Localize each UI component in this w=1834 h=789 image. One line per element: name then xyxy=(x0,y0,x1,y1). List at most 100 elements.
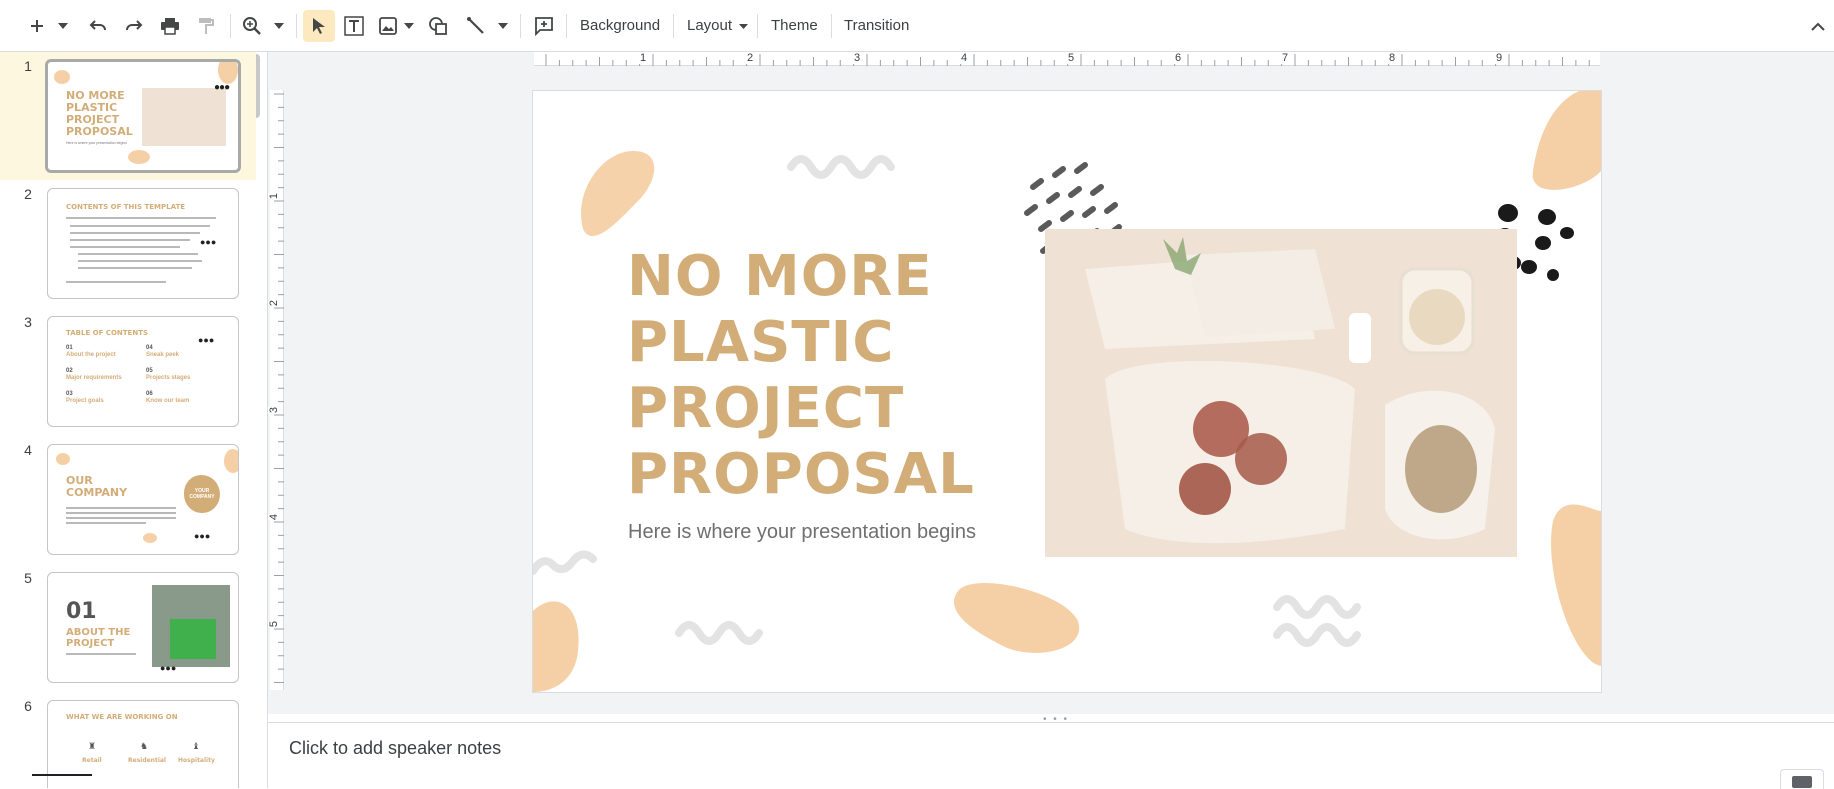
thumb-column-label: Hospitality xyxy=(178,757,215,764)
ruler-label: 5 xyxy=(268,620,281,628)
print-button[interactable] xyxy=(156,10,184,42)
apple xyxy=(1235,433,1287,485)
ruler-label: 3 xyxy=(852,52,863,64)
squiggle-shape xyxy=(1273,623,1361,647)
speaker-notes-placeholder[interactable]: Click to add speaker notes xyxy=(289,738,501,759)
expand-panel-icon xyxy=(1792,776,1812,788)
jar-contents xyxy=(1409,289,1465,345)
ruler-label: 8 xyxy=(1387,52,1398,64)
new-slide-dropdown[interactable] xyxy=(56,10,70,42)
notes-resize-handle[interactable]: • • • xyxy=(1043,714,1073,725)
slide-thumbnail-5[interactable]: 5 01 ABOUT THE PROJECT ●●● xyxy=(0,564,256,692)
slide-canvas[interactable]: NO MORE PLASTIC PROJECT PROPOSAL Here is… xyxy=(533,91,1601,692)
thumb-text-line xyxy=(78,253,198,255)
chevron-up-icon xyxy=(1811,22,1825,31)
blob-shape xyxy=(954,582,1080,653)
add-comment-icon xyxy=(535,17,553,36)
horizontal-ruler[interactable]: 1 2 3 4 5 6 7 8 9 xyxy=(534,52,1600,66)
thumb-text-line xyxy=(70,246,180,248)
select-tool-button[interactable] xyxy=(303,10,335,42)
layout-button[interactable]: Layout xyxy=(683,10,752,42)
blob-shape xyxy=(533,601,579,692)
slide-subtitle[interactable]: Here is where your presentation begins xyxy=(628,521,976,544)
shopping-bags-photo[interactable] xyxy=(1045,229,1517,557)
line-dropdown[interactable] xyxy=(496,10,510,42)
ruler-label: 6 xyxy=(1173,52,1184,64)
collapse-menus-button[interactable] xyxy=(1806,10,1830,42)
thumb-title: WHAT WE ARE WORKING ON xyxy=(66,713,178,721)
slide-filmstrip[interactable]: 1 NO MORE PLASTIC PROJECT PROPOSAL Here … xyxy=(0,52,268,788)
toc-item-number: 02 xyxy=(66,368,73,374)
thumbnail-preview: TABLE OF CONTENTS 01 About the project 0… xyxy=(47,316,239,427)
zoom-icon xyxy=(243,17,261,35)
thumb-text-line xyxy=(70,232,200,234)
vertical-ruler[interactable]: 1 2 3 4 5 xyxy=(268,90,284,690)
ruler-label: 1 xyxy=(268,192,281,200)
ruler-label: 9 xyxy=(1494,52,1505,64)
zoom-dropdown[interactable] xyxy=(272,10,286,42)
thumb-text-line xyxy=(66,522,146,524)
thumb-subtitle: Here is where your presentation begins xyxy=(66,141,127,145)
blob-shape xyxy=(581,151,655,237)
undo-button[interactable] xyxy=(84,10,112,42)
line-button[interactable] xyxy=(462,10,490,42)
background-button[interactable]: Background xyxy=(576,10,664,42)
toc-item: 01 About the project xyxy=(66,345,116,359)
zoom-button[interactable] xyxy=(238,10,266,42)
thumb-photo xyxy=(152,585,230,667)
ruler-label: 4 xyxy=(268,513,281,521)
ruler-label: 1 xyxy=(638,52,649,64)
toc-item-number: 04 xyxy=(146,345,153,351)
slide-thumbnail-2[interactable]: 2 CONTENTS OF THIS TEMPLATE ●●● xyxy=(0,180,256,308)
caret-down-icon xyxy=(404,23,414,29)
slide-thumbnail-3[interactable]: 3 TABLE OF CONTENTS 01 About the project… xyxy=(0,308,256,436)
cursor-arrow-icon xyxy=(313,18,325,34)
toc-item-label: About the project xyxy=(66,352,116,358)
thumbnail-preview: NO MORE PLASTIC PROJECT PROPOSAL Here is… xyxy=(45,59,241,173)
thumb-text-line xyxy=(70,225,210,227)
shape-button[interactable] xyxy=(424,10,452,42)
thumb-blob xyxy=(54,70,70,84)
vertical-ruler-ticks xyxy=(274,93,284,683)
slide-thumbnail-1[interactable]: 1 NO MORE PLASTIC PROJECT PROPOSAL Here … xyxy=(0,52,256,180)
redo-icon xyxy=(126,20,143,31)
thumbnail-preview: CONTENTS OF THIS TEMPLATE ●●● xyxy=(47,188,239,299)
toolbar-separator xyxy=(831,14,832,38)
squiggle-shape xyxy=(1273,595,1361,619)
explore-button[interactable] xyxy=(1780,769,1824,789)
mesh-bag-fold xyxy=(1185,249,1335,337)
speaker-notes-panel[interactable]: Click to add speaker notes xyxy=(268,722,1834,789)
thumb-title: CONTENTS OF THIS TEMPLATE xyxy=(66,203,186,211)
thumb-column-label: Retail xyxy=(82,757,102,764)
thumb-title-number: 01 xyxy=(66,599,97,624)
thumb-column-label: Residential xyxy=(128,757,166,764)
thumb-text-line xyxy=(66,281,166,283)
paint-format-button[interactable] xyxy=(192,10,220,42)
toc-item-number: 01 xyxy=(66,345,73,351)
thumb-text-line xyxy=(70,239,190,241)
photo-illustration xyxy=(1045,229,1517,557)
thumb-text-line xyxy=(66,507,176,509)
toc-item: 06 Know our team xyxy=(146,391,189,405)
slide-number: 6 xyxy=(24,698,32,714)
thumb-blob xyxy=(143,533,157,543)
transition-button[interactable]: Transition xyxy=(840,10,913,42)
ruler-label: 2 xyxy=(268,299,281,307)
thumb-blob xyxy=(218,62,238,84)
thumb-blob xyxy=(56,453,70,465)
slide-thumbnail-4[interactable]: 4 OUR COMPANY YOUR COMPANY ●●● xyxy=(0,436,256,564)
thumb-photo xyxy=(142,88,226,146)
slide-title[interactable]: NO MORE PLASTIC PROJECT PROPOSAL xyxy=(627,244,975,508)
insert-image-button[interactable] xyxy=(376,10,400,42)
add-comment-button[interactable] xyxy=(530,10,558,42)
slide-number: 5 xyxy=(24,570,32,586)
new-slide-button[interactable] xyxy=(22,10,52,42)
text-box-button[interactable] xyxy=(340,10,368,42)
toolbar-separator xyxy=(566,14,567,38)
redo-button[interactable] xyxy=(120,10,148,42)
caret-down-icon xyxy=(58,23,68,29)
retail-icon: ♜ xyxy=(88,741,97,751)
paint-roller-icon xyxy=(199,18,214,34)
insert-image-dropdown[interactable] xyxy=(402,10,416,42)
theme-button[interactable]: Theme xyxy=(767,10,822,42)
